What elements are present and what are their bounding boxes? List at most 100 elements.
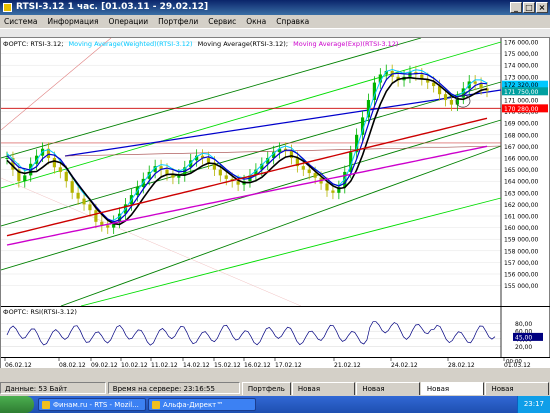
candle-body bbox=[64, 171, 68, 182]
taskbar-item-browser[interactable]: Финам.ru - RTS - Mozil... bbox=[38, 398, 146, 411]
window-titlebar: RTSI-3.12 1 час. [01.03.11 - 29.02.12] _… bbox=[0, 0, 550, 15]
price-chart[interactable]: 176 000,00 175 000,00 174 000,00 173 000,00… bbox=[1, 38, 550, 306]
time-tick-label: 00:00 bbox=[506, 359, 522, 365]
candle-body bbox=[432, 82, 436, 87]
price-tick-label: 162 000,00 bbox=[504, 202, 539, 209]
toolbar-strip bbox=[0, 28, 550, 37]
menu-operations[interactable]: Операции bbox=[105, 15, 155, 28]
candle-body bbox=[165, 169, 169, 175]
candle-body bbox=[479, 83, 483, 89]
menu-bar: Система Информация Операции Портфели Сер… bbox=[0, 15, 550, 28]
trend-channel-line bbox=[60, 145, 502, 306]
price-chart-canvas[interactable]: 176 000,00 175 000,00 174 000,00 173 000,00… bbox=[1, 38, 549, 306]
menu-information[interactable]: Информация bbox=[43, 15, 104, 28]
candle-body bbox=[70, 181, 74, 193]
tab-new-4[interactable]: Новая вкладка bbox=[485, 381, 549, 405]
candle-body bbox=[325, 183, 329, 191]
candle-body bbox=[313, 173, 317, 178]
rsi-value-label: 45,00 bbox=[515, 334, 532, 341]
candle-body bbox=[449, 100, 454, 105]
menu-help[interactable]: Справка bbox=[272, 15, 315, 28]
start-button[interactable] bbox=[0, 396, 34, 413]
legend-item-wma: Moving Average(Weighted)(RTSI-3.12) bbox=[68, 40, 193, 48]
candle-body bbox=[206, 158, 211, 163]
trend-channel-line bbox=[1, 41, 502, 189]
candle-body bbox=[443, 94, 448, 100]
price-tick-label: 164 000,00 bbox=[504, 179, 539, 186]
legend-item-price: ФОРТС: RTSI-3.12; bbox=[3, 40, 64, 48]
candle-body bbox=[331, 190, 335, 193]
candle-body bbox=[236, 181, 240, 185]
price-tick-label: 169 000,00 bbox=[504, 121, 539, 128]
rsi-line bbox=[6, 321, 496, 346]
rsi-panel[interactable]: 80,0060,0040,0020,0045,00 ФОРТС: RSI(RTS… bbox=[1, 306, 550, 357]
candle-body bbox=[218, 169, 222, 176]
trend-line-faint bbox=[1, 38, 112, 131]
status-data: Данные: 53 Байт bbox=[0, 382, 106, 394]
price-tick-label: 174 000,00 bbox=[504, 63, 539, 70]
chart-window: 176 000,00 175 000,00 174 000,00 173 000,00… bbox=[0, 37, 550, 369]
candle-body bbox=[94, 210, 98, 222]
rsi-tick-label: 20,00 bbox=[515, 344, 532, 351]
tab-new-1[interactable]: Новая вкладка bbox=[291, 381, 356, 405]
candle-body bbox=[473, 81, 477, 84]
price-tick-label: 156 000,00 bbox=[504, 272, 539, 279]
legend-item-ma: Moving Average(RTSI-3.12); bbox=[197, 40, 289, 48]
current-price-label: 170 280,00 bbox=[504, 106, 539, 113]
tab-new-3[interactable]: Новая вкладка bbox=[420, 381, 485, 405]
ma-line bbox=[6, 76, 488, 226]
status-server-time: Время на сервере: 23:16:55 29.02.2012 MS… bbox=[107, 382, 240, 405]
legend-item-ema: Moving Average(Exp)(RTSI-3.12) bbox=[293, 40, 399, 48]
ma-blue-line bbox=[6, 72, 488, 223]
app-icon bbox=[3, 3, 12, 12]
window-title: RTSI-3.12 1 час. [01.03.11 - 29.02.12] bbox=[16, 2, 209, 12]
candle-body bbox=[76, 192, 80, 199]
menu-windows[interactable]: Окна bbox=[242, 15, 272, 28]
close-button[interactable]: × bbox=[536, 2, 548, 13]
candle-body bbox=[307, 169, 311, 174]
price-tick-label: 176 000,00 bbox=[504, 40, 539, 47]
price-tick-label: 163 000,00 bbox=[504, 190, 539, 197]
menu-service[interactable]: Сервис bbox=[204, 15, 242, 28]
candle-body bbox=[301, 166, 305, 170]
price-tick-label: 168 000,00 bbox=[504, 132, 539, 139]
price-tick-label: 157 000,00 bbox=[504, 260, 539, 267]
price-tick-label: 165 000,00 bbox=[504, 167, 539, 174]
price-tick-label: 175 000,00 bbox=[504, 51, 539, 58]
trend-line-faint bbox=[1, 177, 302, 306]
price-tick-label: 161 000,00 bbox=[504, 214, 539, 221]
price-tick-label: 166 000,00 bbox=[504, 156, 539, 163]
price-tick-label: 171 000,00 bbox=[504, 98, 539, 105]
price-tick-label: 160 000,00 bbox=[504, 225, 539, 232]
price-tick-label: 158 000,00 bbox=[504, 248, 539, 255]
minimize-button[interactable]: _ bbox=[510, 2, 522, 13]
menu-system[interactable]: Система bbox=[0, 15, 43, 28]
trend-channel-line bbox=[80, 197, 502, 306]
menu-portfolios[interactable]: Портфели bbox=[154, 15, 204, 28]
rsi-chart-canvas[interactable]: 80,0060,0040,0020,0045,00 bbox=[1, 307, 549, 357]
price-tick-label: 155 000,00 bbox=[504, 283, 539, 290]
chart-legend: ФОРТС: RTSI-3.12; Moving Average(Weighte… bbox=[3, 40, 401, 48]
taskbar: Финам.ru - RTS - Mozil... Альфа-Директ™ … bbox=[0, 396, 550, 413]
price-tick-label: 167 000,00 bbox=[504, 144, 539, 151]
rsi-legend: ФОРТС: RSI(RTSI-3.12) bbox=[3, 308, 77, 316]
ma-price-label: 171 750,00 bbox=[504, 89, 539, 96]
candle-body bbox=[58, 167, 62, 172]
candle-body bbox=[82, 198, 86, 205]
candle-body bbox=[5, 158, 9, 159]
taskbar-clock: 23:17 bbox=[516, 396, 550, 413]
tab-portfolio[interactable]: Портфель bbox=[241, 381, 291, 395]
candle-body bbox=[52, 158, 57, 168]
taskbar-item-alfa[interactable]: Альфа-Директ™ bbox=[148, 398, 256, 411]
candle-body bbox=[224, 175, 228, 179]
candle-body bbox=[106, 225, 110, 228]
price-tick-label: 159 000,00 bbox=[504, 237, 539, 244]
maximize-button[interactable]: □ bbox=[523, 2, 535, 13]
tab-new-2[interactable]: Новая вкладка bbox=[356, 381, 420, 405]
scrollbar-area[interactable] bbox=[0, 368, 550, 381]
rsi-tick-label: 80,00 bbox=[515, 321, 532, 328]
price-tick-label: 173 000,00 bbox=[504, 74, 539, 81]
candle-body bbox=[23, 175, 27, 182]
candle-body bbox=[88, 204, 92, 211]
status-bar: Данные: 53 Байт Время на сервере: 23:16:… bbox=[0, 381, 550, 405]
